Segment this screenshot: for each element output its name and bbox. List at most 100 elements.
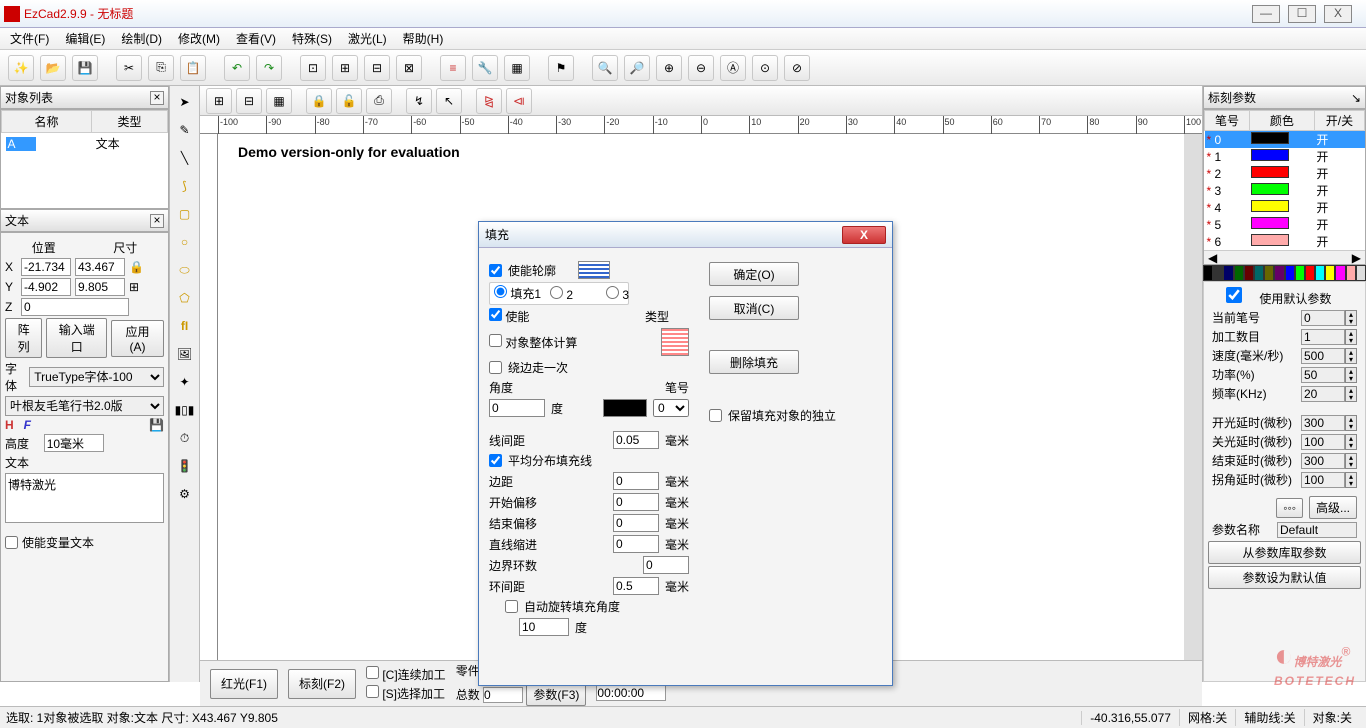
color-swatch[interactable] xyxy=(1305,265,1315,281)
new-icon[interactable]: ✨ xyxy=(8,55,34,81)
pen-row[interactable]: * 2开 xyxy=(1205,165,1365,182)
select-tool-icon[interactable]: ➤ xyxy=(173,90,197,114)
array-button[interactable]: 阵列 xyxy=(5,318,42,358)
whole-calc-checkbox[interactable] xyxy=(489,334,502,347)
pen-row[interactable]: * 5开 xyxy=(1205,216,1365,233)
from-lib-button[interactable]: 从参数库取参数 xyxy=(1208,541,1361,564)
color-swatch[interactable] xyxy=(1325,265,1335,281)
ok-button[interactable]: 确定(O) xyxy=(709,262,799,286)
node-tool-icon[interactable]: ✎ xyxy=(173,118,197,142)
pen-table[interactable]: 笔号颜色开/关 * 0开* 1开* 2开* 3开* 4开* 5开* 6开 ◀ ▶ xyxy=(1203,109,1366,265)
rect-tool-icon[interactable]: ▢ xyxy=(173,202,197,226)
rotate-input[interactable] xyxy=(519,618,569,636)
menu-laser[interactable]: 激光(L) xyxy=(342,28,393,49)
fill3-radio[interactable] xyxy=(606,286,619,299)
timer-tool-icon[interactable]: ⏱ xyxy=(173,426,197,450)
close-button[interactable]: X xyxy=(1324,5,1352,23)
off-delay-input[interactable] xyxy=(1301,434,1345,450)
h-input[interactable] xyxy=(75,278,125,296)
fill1-radio[interactable] xyxy=(494,285,507,298)
total-input[interactable] xyxy=(483,687,523,703)
color-swatch[interactable] xyxy=(1223,265,1233,281)
color-swatch[interactable] xyxy=(1335,265,1345,281)
group-icon[interactable]: ⊞ xyxy=(206,88,232,114)
scroll-left-icon[interactable]: ◀ xyxy=(1208,251,1217,265)
spin-icon[interactable]: ▴▾ xyxy=(1345,310,1357,326)
cursor-icon[interactable]: ↖ xyxy=(436,88,462,114)
open-icon[interactable]: 📂 xyxy=(40,55,66,81)
align-icon[interactable]: ▦ xyxy=(266,88,292,114)
pen-select[interactable]: 0 xyxy=(653,399,689,417)
zoom-fit-icon[interactable]: ⊕ xyxy=(656,55,682,81)
image-tool-icon[interactable]: 🖼 xyxy=(173,342,197,366)
color-swatch[interactable] xyxy=(1346,265,1356,281)
around-once-checkbox[interactable] xyxy=(489,361,502,374)
text-content-input[interactable]: 博特激光 xyxy=(5,473,164,523)
flags-icon[interactable]: ⚑ xyxy=(548,55,574,81)
param-name-input[interactable] xyxy=(1277,522,1357,538)
menu-file[interactable]: 文件(F) xyxy=(4,28,55,49)
expand-icon[interactable]: ↘ xyxy=(1351,91,1361,105)
hatch-icon[interactable]: ≡ xyxy=(440,55,466,81)
loop-dist-input[interactable] xyxy=(613,577,659,595)
color-swatch[interactable] xyxy=(1254,265,1264,281)
save-icon[interactable]: 💾 xyxy=(72,55,98,81)
lock-icon[interactable]: 🔒 xyxy=(129,260,144,274)
undo-icon[interactable]: ↶ xyxy=(224,55,250,81)
props-icon[interactable]: ▦ xyxy=(504,55,530,81)
auto-rotate-checkbox[interactable] xyxy=(505,600,518,613)
enable-outline-checkbox[interactable] xyxy=(489,264,502,277)
lock3-icon[interactable]: ⎙ xyxy=(366,88,392,114)
redo-icon[interactable]: ↷ xyxy=(256,55,282,81)
snap1-icon[interactable]: ⊡ xyxy=(300,55,326,81)
menu-modify[interactable]: 修改(M) xyxy=(172,28,226,49)
scroll-right-icon[interactable]: ▶ xyxy=(1352,251,1361,265)
z-input[interactable] xyxy=(21,298,129,316)
vector-tool-icon[interactable]: ✦ xyxy=(173,370,197,394)
pen-row[interactable]: * 6开 xyxy=(1205,233,1365,250)
spin-icon[interactable]: ▴▾ xyxy=(1345,386,1357,402)
color-swatch[interactable] xyxy=(1234,265,1244,281)
y-input[interactable] xyxy=(21,278,71,296)
angle-input[interactable] xyxy=(489,399,545,417)
color-swatch[interactable] xyxy=(1315,265,1325,281)
maximize-button[interactable]: ☐ xyxy=(1288,5,1316,23)
menu-draw[interactable]: 绘制(D) xyxy=(115,28,168,49)
lock1-icon[interactable]: 🔒 xyxy=(306,88,332,114)
red-light-button[interactable]: 红光(F1) xyxy=(210,669,278,699)
snap4-icon[interactable]: ⊠ xyxy=(396,55,422,81)
fill2-radio[interactable] xyxy=(550,286,563,299)
zoom-out-icon[interactable]: 🔎 xyxy=(624,55,650,81)
pen-color-swatch[interactable] xyxy=(603,399,647,417)
continuous-checkbox[interactable] xyxy=(366,666,379,679)
line-tool-icon[interactable]: ╲ xyxy=(173,146,197,170)
color-swatch[interactable] xyxy=(1244,265,1254,281)
save-font-icon[interactable]: 💾 xyxy=(149,418,164,432)
font-name-select[interactable]: 叶根友毛笔行书2.0版 xyxy=(5,396,164,416)
line-red-input[interactable] xyxy=(613,535,659,553)
close-text-panel-icon[interactable]: × xyxy=(150,214,164,228)
paste-icon[interactable]: 📋 xyxy=(180,55,206,81)
edge-loops-input[interactable] xyxy=(643,556,689,574)
speed-input[interactable] xyxy=(1301,348,1345,364)
keep-indep-checkbox[interactable] xyxy=(709,409,722,422)
power-input[interactable] xyxy=(1301,367,1345,383)
object-row[interactable]: A 文本 xyxy=(2,133,168,155)
cancel-button[interactable]: 取消(C) xyxy=(709,296,799,320)
freq-input[interactable] xyxy=(1301,386,1345,402)
zoom-win-icon[interactable]: ⊙ xyxy=(752,55,778,81)
color-swatch[interactable] xyxy=(1356,265,1366,281)
count-input[interactable] xyxy=(1301,329,1345,345)
font-style1-icon[interactable]: H xyxy=(5,418,14,432)
tools-icon[interactable]: 🔧 xyxy=(472,55,498,81)
mirror-h-icon[interactable]: ⧎ xyxy=(476,88,502,114)
pen-row[interactable]: * 1开 xyxy=(1205,148,1365,165)
use-default-checkbox[interactable] xyxy=(1212,287,1256,303)
color-swatch[interactable] xyxy=(1295,265,1305,281)
spin-icon[interactable]: ▴▾ xyxy=(1345,329,1357,345)
apply-button[interactable]: 应用(A) xyxy=(111,320,164,357)
menu-edit[interactable]: 编辑(E) xyxy=(59,28,111,49)
lock2-icon[interactable]: 🔓 xyxy=(336,88,362,114)
close-panel-icon[interactable]: × xyxy=(150,91,164,105)
start-off-input[interactable] xyxy=(613,493,659,511)
